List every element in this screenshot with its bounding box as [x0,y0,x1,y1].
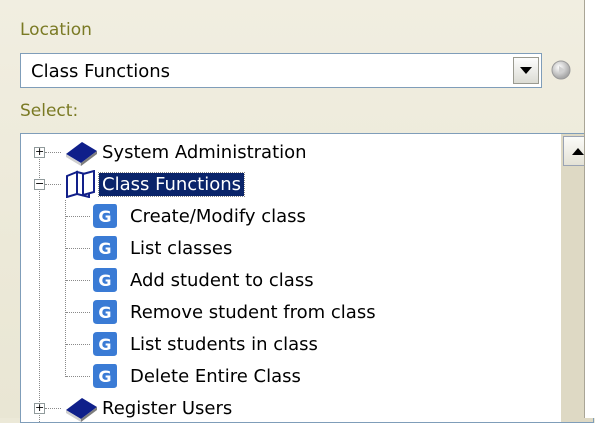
tree-leaf-remove-student-from-class[interactable]: G Remove student from class [91,296,379,328]
cs-function-icon: G [93,268,117,292]
tree-leaf-list-classes[interactable]: G List classes [91,232,235,264]
location-value: Class Functions [31,61,171,82]
tree-node-label: Register Users [102,397,233,419]
tree-connector [66,376,90,377]
cs-function-icon: G [93,204,117,228]
cs-function-icon: G [93,300,117,324]
dropdown-button[interactable] [513,57,539,84]
svg-text:G: G [98,367,111,386]
navigation-panel: Location Class Functions Select: + Syste… [0,0,595,423]
svg-text:G: G [98,303,111,322]
cs-function-icon: G [93,364,117,388]
tree-leaf-list-students-in-class[interactable]: G List students in class [91,328,321,360]
tree-leaf-label: Create/Modify class [130,205,306,227]
cs-function-icon: G [93,236,117,260]
expand-toggle[interactable]: + [34,146,45,158]
tree-connector [45,408,61,409]
tree-connector [66,248,90,249]
tree-leaf-label: Delete Entire Class [130,365,301,387]
tree-connector [66,216,90,217]
tree-connector [65,200,66,377]
tree-node-system-administration[interactable]: System Administration [63,136,310,168]
tree-node-label: System Administration [102,141,307,163]
tree-leaf-label: Remove student from class [130,301,376,323]
tree-leaf-label: Add student to class [130,269,314,291]
tree-connector [66,280,90,281]
svg-text:G: G [98,271,111,290]
chevron-down-icon [520,67,532,74]
tree-connector [45,152,61,153]
tree-node-register-users[interactable]: Register Users [63,392,235,422]
cs-function-icon: G [93,332,117,356]
tree-view[interactable]: + System Administration − Class Function… [20,133,594,423]
svg-text:G: G [98,207,111,226]
svg-text:G: G [98,239,111,258]
tree-leaf-label: List students in class [130,333,318,355]
expand-toggle[interactable]: + [34,402,45,414]
collapse-toggle[interactable]: − [34,178,45,190]
location-label: Location [20,20,92,40]
tree-leaf-add-student-to-class[interactable]: G Add student to class [91,264,317,296]
tree-node-class-functions[interactable]: Class Functions [63,168,246,200]
location-combobox[interactable]: Class Functions [20,53,542,88]
open-book-icon [66,170,95,198]
svg-text:G: G [98,335,111,354]
panel-edge [584,0,595,418]
chevron-up-icon [572,147,584,155]
tree-connector [45,184,61,185]
select-label: Select: [20,101,79,121]
tree-connector [66,312,90,313]
tree-leaf-create-modify-class[interactable]: G Create/Modify class [91,200,309,232]
go-arrow-icon[interactable] [551,57,573,83]
tree-leaf-delete-entire-class[interactable]: G Delete Entire Class [91,360,304,392]
book-icon [66,142,97,166]
tree-node-label: Class Functions [97,171,246,197]
tree-leaf-label: List classes [130,237,233,259]
tree-connector [66,344,90,345]
